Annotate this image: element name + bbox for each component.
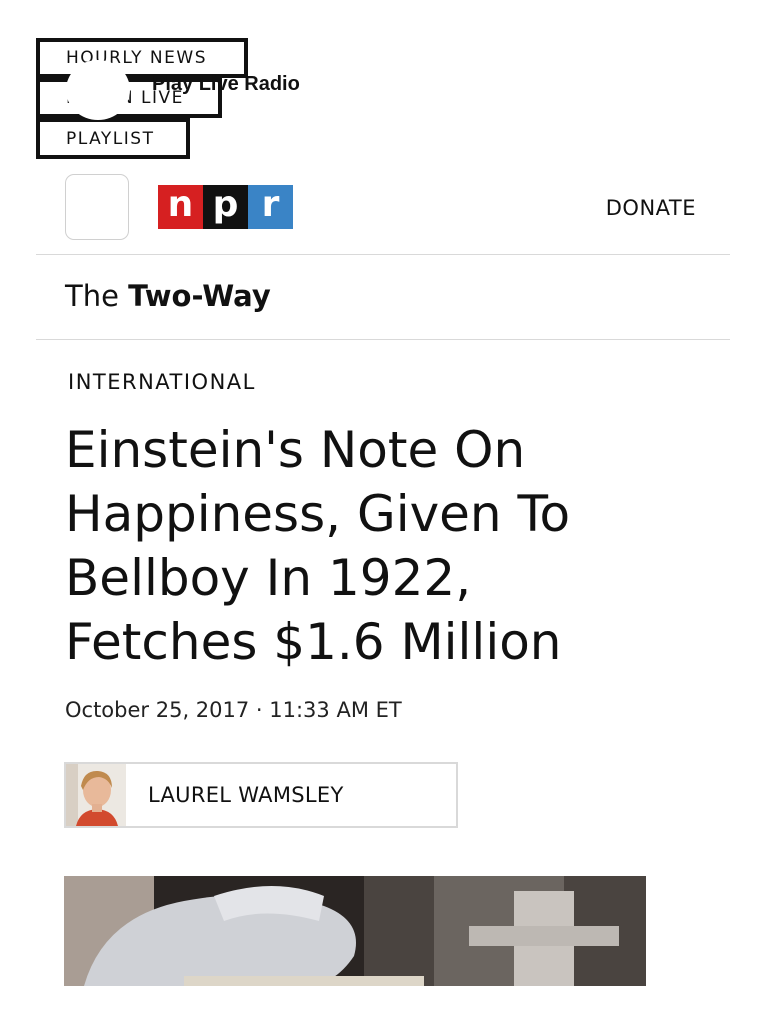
article-photo: [64, 876, 646, 986]
section-title[interactable]: The Two-Way: [65, 279, 271, 313]
menu-button[interactable]: [65, 174, 129, 240]
donate-link[interactable]: DONATE: [606, 196, 696, 220]
play-live-radio-label[interactable]: Play Live Radio: [152, 73, 300, 96]
section-name: Two-Way: [128, 279, 271, 313]
author-name: LAUREL WAMSLEY: [148, 783, 344, 807]
npr-logo[interactable]: n p r: [158, 185, 293, 229]
skip-link-hourly-news[interactable]: HOURLY NEWS: [36, 38, 248, 78]
section-bar: The Two-Way: [36, 255, 730, 340]
article-date: October 25, 2017 · 11:33 AM ET: [65, 698, 402, 722]
logo-letter-r: r: [248, 185, 293, 229]
article-title: Einstein's Note On Happiness, Given To B…: [65, 421, 571, 671]
category-link[interactable]: INTERNATIONAL: [68, 370, 256, 394]
logo-letter-p: p: [203, 185, 248, 229]
section-prefix: The: [65, 279, 119, 313]
logo-letter-n: n: [158, 185, 203, 229]
play-icon[interactable]: [66, 60, 130, 120]
site-header: n p r DONATE: [36, 170, 730, 255]
byline[interactable]: LAUREL WAMSLEY: [64, 762, 458, 828]
skip-link-playlist[interactable]: PLAYLIST: [36, 118, 190, 159]
author-avatar: [66, 764, 126, 826]
